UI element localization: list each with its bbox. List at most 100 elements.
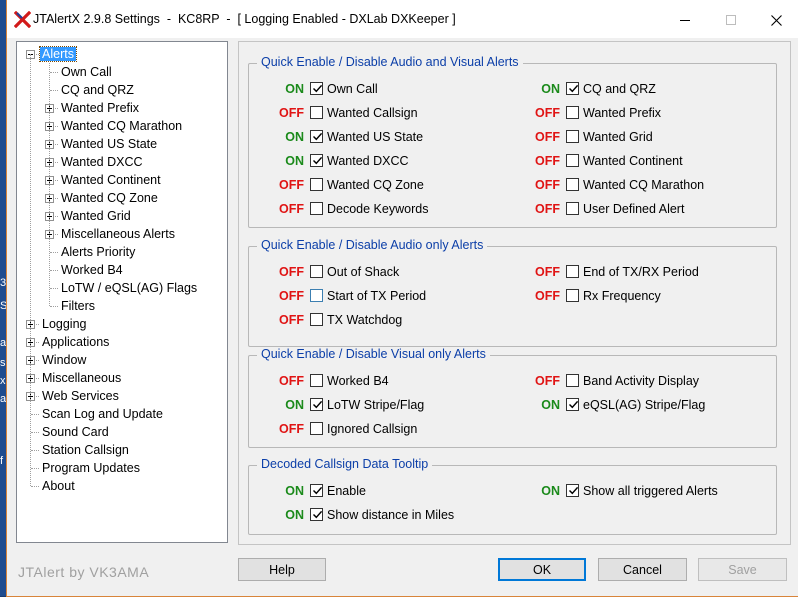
checkbox-checked-icon[interactable] <box>566 398 579 411</box>
close-button[interactable] <box>753 6 798 34</box>
checkbox-unchecked-icon[interactable] <box>310 289 323 302</box>
checkbox-checked-icon[interactable] <box>310 398 323 411</box>
tree-item-filters[interactable]: Filters <box>59 297 97 315</box>
checkbox-checked-icon[interactable] <box>310 484 323 497</box>
alert-state-label: OFF <box>535 289 560 303</box>
toggle-wanted-grid[interactable]: OFF Wanted Grid <box>535 128 653 146</box>
tree-item-label: Filters <box>61 299 96 313</box>
toggle-own-call[interactable]: ON Own Call <box>285 80 378 98</box>
toggle-wanted-dxcc[interactable]: ON Wanted DXCC <box>285 152 409 170</box>
toggle-band-activity-display[interactable]: OFF Band Activity Display <box>535 372 699 390</box>
checkbox-unchecked-icon[interactable] <box>566 374 579 387</box>
checkbox-label: Out of Shack <box>327 265 400 279</box>
checkbox-checked-icon[interactable] <box>566 484 579 497</box>
checkbox-unchecked-icon[interactable] <box>310 202 323 215</box>
checkbox-checked-icon[interactable] <box>310 82 323 95</box>
checkbox-label: Rx Frequency <box>583 289 661 303</box>
checkbox-checked-icon[interactable] <box>310 154 323 167</box>
toggle-wanted-callsign[interactable]: OFF Wanted Callsign <box>279 104 418 122</box>
checkbox-unchecked-icon[interactable] <box>566 202 579 215</box>
checkbox-unchecked-icon[interactable] <box>566 178 579 191</box>
help-button[interactable]: Help <box>238 558 326 581</box>
toggle-start-of-tx-period[interactable]: OFF Start of TX Period <box>279 287 426 305</box>
tree-item-worked-b4[interactable]: Worked B4 <box>59 261 125 279</box>
tree-item-station-callsign[interactable]: Station Callsign <box>40 441 131 459</box>
tree-item-own-call[interactable]: Own Call <box>59 63 114 81</box>
settings-tree[interactable]: Alerts Own Call CQ and QRZ Wanted Prefix Wan… <box>16 41 228 543</box>
toggle-wanted-us-state[interactable]: ON Wanted US State <box>285 128 423 146</box>
tree-item-miscellaneous-alerts[interactable]: Miscellaneous Alerts <box>59 225 177 243</box>
tree-connector <box>50 90 58 91</box>
tree-item-label: Station Callsign <box>42 443 129 457</box>
tree-item-label: About <box>42 479 75 493</box>
tree-connector <box>50 270 58 271</box>
toggle-rx-frequency[interactable]: OFF Rx Frequency <box>535 287 661 305</box>
tree-item-wanted-us-state[interactable]: Wanted US State <box>59 135 159 153</box>
tree-item-cq-and-qrz[interactable]: CQ and QRZ <box>59 81 136 99</box>
checkbox-checked-icon[interactable] <box>310 130 323 143</box>
tree-item-wanted-cq-marathon[interactable]: Wanted CQ Marathon <box>59 117 184 135</box>
toggle-tx-watchdog[interactable]: OFF TX Watchdog <box>279 311 402 329</box>
toggle-eqsl-ag-stripe-flag[interactable]: ON eQSL(AG) Stripe/Flag <box>541 396 705 414</box>
toggle-wanted-cq-marathon[interactable]: OFF Wanted CQ Marathon <box>535 176 705 194</box>
checkbox-unchecked-icon[interactable] <box>310 178 323 191</box>
toggle-enable[interactable]: ON Enable <box>285 482 366 500</box>
checkbox-unchecked-icon[interactable] <box>566 154 579 167</box>
tree-item-logging[interactable]: Logging <box>40 315 89 333</box>
tree-item-about[interactable]: About <box>40 477 77 495</box>
jtalert-app-icon <box>14 11 31 28</box>
alert-state-label: OFF <box>535 106 560 120</box>
tree-item-program-updates[interactable]: Program Updates <box>40 459 142 477</box>
tree-item-scan-log-and-update[interactable]: Scan Log and Update <box>40 405 165 423</box>
checkbox-checked-icon[interactable] <box>310 508 323 521</box>
cancel-button[interactable]: Cancel <box>598 558 687 581</box>
toggle-user-defined-alert[interactable]: OFF User Defined Alert <box>535 200 684 218</box>
tree-item-alerts-priority[interactable]: Alerts Priority <box>59 243 137 261</box>
toggle-show-distance-in-miles[interactable]: ON Show distance in Miles <box>285 506 454 524</box>
tree-item-wanted-continent[interactable]: Wanted Continent <box>59 171 163 189</box>
checkbox-unchecked-icon[interactable] <box>566 289 579 302</box>
checkbox-label: LoTW Stripe/Flag <box>327 398 425 412</box>
toggle-decode-keywords[interactable]: OFF Decode Keywords <box>279 200 429 218</box>
tree-item-wanted-dxcc[interactable]: Wanted DXCC <box>59 153 145 171</box>
tree-item-lotw-eqsl-ag-flags[interactable]: LoTW / eQSL(AG) Flags <box>59 279 199 297</box>
toggle-end-of-tx-rx-period[interactable]: OFF End of TX/RX Period <box>535 263 699 281</box>
toggle-cq-and-qrz[interactable]: ON CQ and QRZ <box>541 80 656 98</box>
tree-item-window[interactable]: Window <box>40 351 88 369</box>
alert-state-label: ON <box>541 82 560 96</box>
toggle-ignored-callsign[interactable]: OFF Ignored Callsign <box>279 420 417 438</box>
checkbox-label: Decode Keywords <box>327 202 429 216</box>
group-title: Quick Enable / Disable Visual only Alert… <box>257 347 490 361</box>
checkbox-unchecked-icon[interactable] <box>566 130 579 143</box>
toggle-wanted-prefix[interactable]: OFF Wanted Prefix <box>535 104 661 122</box>
title-bar[interactable]: JTAlertX 2.9.8 Settings - KC8RP - [ Logg… <box>7 0 798 38</box>
tree-item-web-services[interactable]: Web Services <box>40 387 121 405</box>
tree-item-wanted-prefix[interactable]: Wanted Prefix <box>59 99 141 117</box>
tree-item-applications[interactable]: Applications <box>40 333 111 351</box>
checkbox-unchecked-icon[interactable] <box>310 374 323 387</box>
tree-item-label: Applications <box>42 335 110 349</box>
checkbox-unchecked-icon[interactable] <box>566 106 579 119</box>
toggle-out-of-shack[interactable]: OFF Out of Shack <box>279 263 400 281</box>
tree-item-label: Own Call <box>61 65 112 79</box>
tree-item-miscellaneous[interactable]: Miscellaneous <box>40 369 123 387</box>
checkbox-unchecked-icon[interactable] <box>310 313 323 326</box>
checkbox-unchecked-icon[interactable] <box>310 265 323 278</box>
tree-item-sound-card[interactable]: Sound Card <box>40 423 111 441</box>
toggle-wanted-continent[interactable]: OFF Wanted Continent <box>535 152 683 170</box>
checkbox-unchecked-icon[interactable] <box>310 422 323 435</box>
toggle-worked-b4[interactable]: OFF Worked B4 <box>279 372 389 390</box>
tree-item-alerts[interactable]: Alerts <box>39 45 77 63</box>
checkbox-checked-icon[interactable] <box>566 82 579 95</box>
tree-item-wanted-cq-zone[interactable]: Wanted CQ Zone <box>59 189 160 207</box>
alert-state-label: ON <box>285 154 304 168</box>
toggle-show-all-triggered-alerts[interactable]: ON Show all triggered Alerts <box>541 482 718 500</box>
checkbox-label: Wanted CQ Marathon <box>583 178 705 192</box>
checkbox-unchecked-icon[interactable] <box>310 106 323 119</box>
tree-item-wanted-grid[interactable]: Wanted Grid <box>59 207 133 225</box>
toggle-lotw-stripe-flag[interactable]: ON LoTW Stripe/Flag <box>285 396 425 414</box>
minimize-button[interactable] <box>662 6 708 34</box>
ok-button[interactable]: OK <box>498 558 586 581</box>
checkbox-unchecked-icon[interactable] <box>566 265 579 278</box>
toggle-wanted-cq-zone[interactable]: OFF Wanted CQ Zone <box>279 176 424 194</box>
